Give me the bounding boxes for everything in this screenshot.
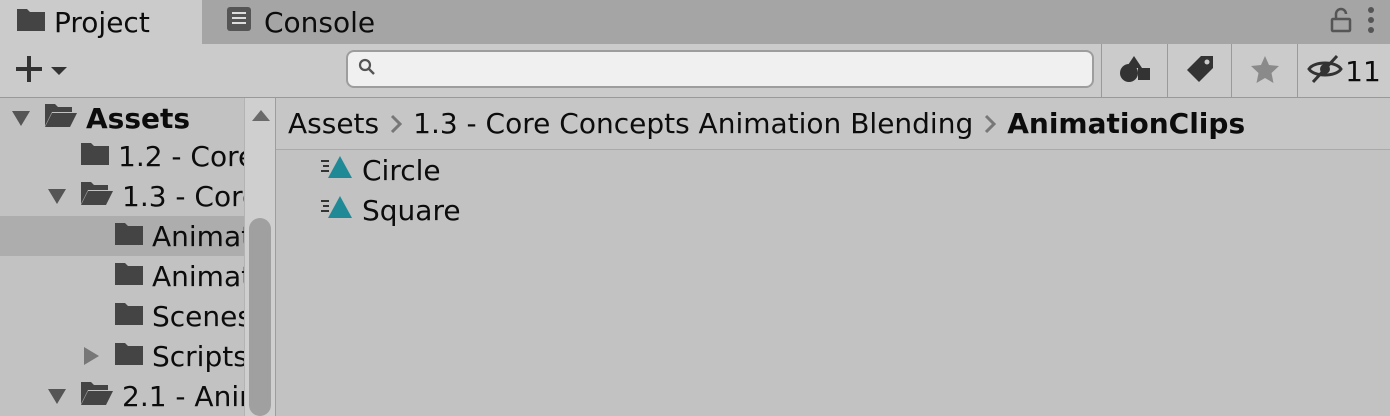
- search-input[interactable]: [382, 55, 1092, 83]
- create-button[interactable]: [14, 50, 68, 92]
- breadcrumb-item[interactable]: Assets: [288, 107, 379, 140]
- tree-item-label: Scripts: [152, 339, 244, 373]
- folder-tree: Assets 1.2 - Core Concepts 1.3 - Core Co…: [0, 98, 244, 416]
- tree-item[interactable]: 2.1 - Animation: [0, 376, 244, 416]
- breadcrumb-item-current[interactable]: AnimationClips: [1007, 107, 1245, 140]
- folder-open-icon: [44, 102, 78, 135]
- tree-item[interactable]: 1.3 - Core Concepts Animation Blending: [0, 176, 244, 216]
- lock-icon[interactable]: [1330, 7, 1352, 37]
- animation-clip-icon: [320, 194, 354, 227]
- folder-icon: [114, 260, 144, 293]
- asset-list: Circle Square: [276, 150, 1390, 416]
- folder-open-icon: [80, 380, 114, 413]
- tree-item-label: AnimationClips: [152, 219, 244, 253]
- tree-item-label: Animators: [152, 259, 244, 293]
- scroll-up-arrow-icon[interactable]: [252, 110, 270, 121]
- more-options-icon[interactable]: [1366, 6, 1376, 38]
- folder-icon: [80, 140, 110, 173]
- collapse-arrow-icon[interactable]: [80, 345, 102, 367]
- search-by-label-button[interactable]: [1167, 44, 1231, 98]
- tree-item-label: 1.3 - Core Concepts Animation Blending: [122, 179, 244, 213]
- tab-label: Project: [54, 5, 150, 39]
- expand-arrow-icon[interactable]: [46, 185, 68, 207]
- chevron-right-icon: [983, 113, 997, 135]
- favorite-button[interactable]: [1231, 44, 1297, 98]
- chevron-down-icon: [50, 62, 68, 81]
- expand-arrow-icon[interactable]: [46, 385, 68, 407]
- asset-label: Square: [362, 193, 461, 227]
- animation-clip-icon: [320, 154, 354, 187]
- tree-item[interactable]: Assets: [0, 98, 244, 138]
- tree-item[interactable]: 1.2 - Core Concepts: [0, 136, 244, 176]
- folder-icon: [114, 300, 144, 333]
- folder-open-icon: [80, 180, 114, 213]
- tab-label: Console: [264, 5, 376, 39]
- search-field[interactable]: [346, 50, 1094, 88]
- asset-label: Circle: [362, 153, 441, 187]
- list-item[interactable]: Circle: [320, 150, 441, 190]
- tree-item-label: 2.1 - Animation: [122, 379, 244, 413]
- tree-item[interactable]: Scenes: [0, 296, 244, 336]
- hidden-count: 11: [1345, 54, 1381, 88]
- star-icon: [1250, 54, 1280, 88]
- breadcrumb-item[interactable]: 1.3 - Core Concepts Animation Blending: [413, 107, 973, 140]
- folder-icon: [114, 220, 144, 253]
- tree-item[interactable]: Scripts: [0, 336, 244, 376]
- folder-icon: [114, 340, 144, 373]
- shapes-icon: [1118, 54, 1152, 88]
- tab-project[interactable]: Project: [0, 0, 202, 44]
- tab-console[interactable]: Console: [226, 0, 375, 44]
- tree-item-label: 1.2 - Core Concepts: [118, 139, 244, 173]
- list-item[interactable]: Square: [320, 190, 461, 230]
- tree-item[interactable]: Animators: [0, 256, 244, 296]
- hidden-packages-button[interactable]: 11: [1297, 44, 1390, 98]
- tree-scrollbar[interactable]: [244, 98, 276, 416]
- plus-icon: [14, 54, 44, 88]
- project-toolbar: 11: [0, 44, 1390, 98]
- tag-icon: [1185, 54, 1215, 88]
- chevron-right-icon: [389, 113, 403, 135]
- tree-item[interactable]: AnimationClips: [0, 216, 244, 256]
- search-by-type-button[interactable]: [1101, 44, 1167, 98]
- search-icon: [358, 58, 376, 80]
- folder-icon: [16, 6, 46, 39]
- eye-slash-icon: [1307, 54, 1343, 88]
- tree-item-label: Assets: [86, 101, 191, 135]
- breadcrumb: Assets 1.3 - Core Concepts Animation Ble…: [276, 98, 1390, 150]
- tab-bar: Project Console: [0, 0, 1390, 44]
- expand-arrow-icon[interactable]: [10, 107, 32, 129]
- tree-item-label: Scenes: [152, 299, 244, 333]
- console-icon: [226, 6, 252, 39]
- scroll-thumb[interactable]: [249, 218, 271, 416]
